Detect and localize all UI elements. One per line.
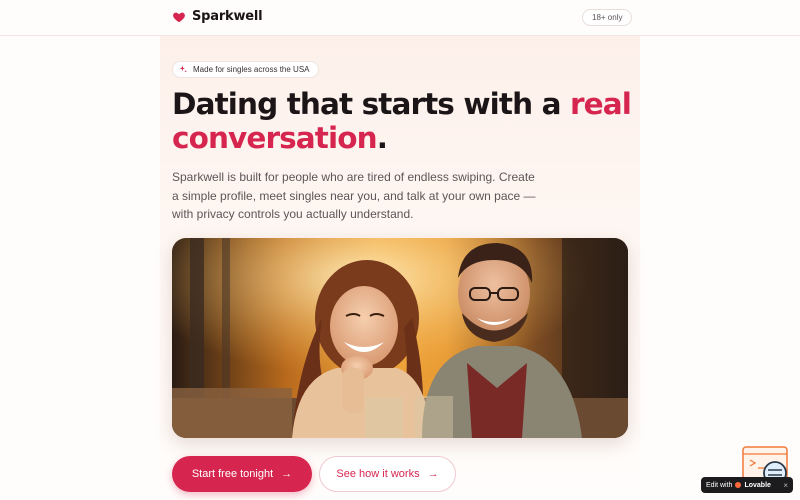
audience-pill: Made for singles across the USA — [172, 61, 319, 78]
hero-photo — [172, 238, 628, 438]
see-how-it-works-button[interactable]: See how it works → — [319, 456, 456, 492]
pill-text: Made for singles across the USA — [193, 65, 310, 74]
lovable-logo-icon — [735, 482, 742, 488]
close-icon[interactable]: × — [783, 481, 788, 490]
lovable-name: Lovable — [744, 481, 771, 489]
brand-logo[interactable]: Sparkwell — [172, 9, 263, 24]
headline-main: Dating that starts with a — [172, 87, 570, 121]
start-free-button[interactable]: Start free tonight → — [172, 456, 312, 492]
couple-photo-illustration — [172, 238, 628, 438]
arrow-right-icon: → — [281, 468, 293, 480]
headline-end: . — [376, 121, 388, 155]
age-restriction-badge: 18+ only — [582, 9, 633, 26]
edit-with-lovable-badge[interactable]: Edit with Lovable × — [701, 477, 793, 493]
heart-icon — [173, 12, 185, 22]
arrow-right-icon: → — [427, 468, 439, 480]
see-how-label: See how it works — [336, 468, 420, 480]
sparkle-icon — [179, 65, 188, 73]
hero-description: Sparkwell is built for people who are ti… — [172, 170, 536, 221]
site-header: Sparkwell 18+ only — [0, 0, 800, 36]
hero-headline: Dating that starts with a real conversat… — [172, 87, 632, 155]
edit-prefix: Edit with — [706, 481, 733, 489]
start-free-label: Start free tonight — [191, 468, 274, 480]
brand-name: Sparkwell — [192, 9, 263, 24]
